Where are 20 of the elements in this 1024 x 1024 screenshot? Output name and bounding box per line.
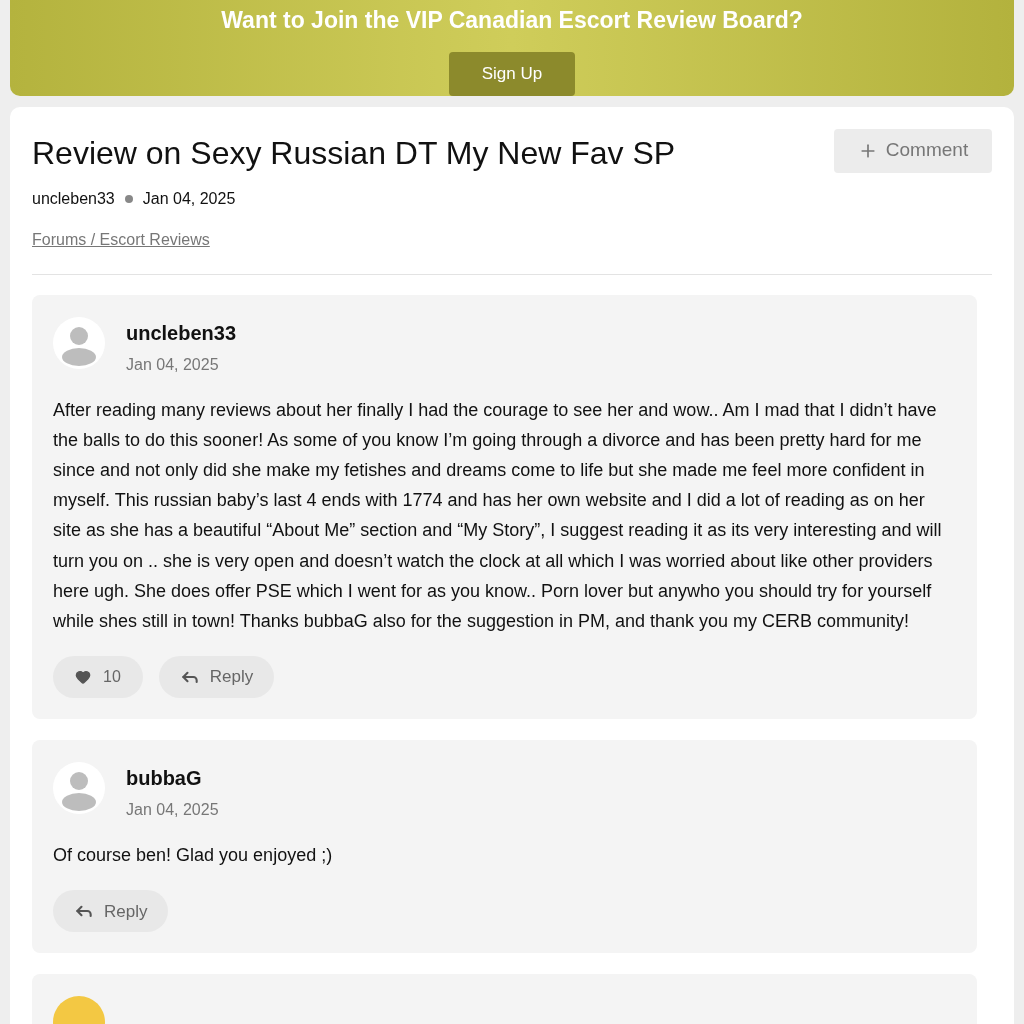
dot-separator xyxy=(124,194,133,203)
heart-icon xyxy=(75,669,91,686)
avatar-icon xyxy=(53,762,105,815)
post-author[interactable]: uncleben33 xyxy=(126,317,237,348)
reply-button[interactable]: Reply xyxy=(158,656,275,699)
post-date: Jan 04, 2025 xyxy=(126,800,219,821)
avatar-icon xyxy=(53,316,105,369)
banner-title: Want to Join the VIP Canadian Escort Review Board? xyxy=(221,6,803,35)
sign-up-button[interactable]: Sign Up xyxy=(449,51,575,96)
thread-author[interactable]: uncleben33 xyxy=(32,186,115,211)
comment-button[interactable]: Comment xyxy=(834,128,992,173)
post-date: Jan 04, 2025 xyxy=(126,354,220,375)
breadcrumb-link[interactable]: Forums / Escort Reviews xyxy=(32,227,210,252)
reply-button[interactable]: Reply xyxy=(53,890,169,933)
post-body: Of course ben! Glad you enjoyed ;) xyxy=(53,844,334,868)
like-button[interactable]: 10 xyxy=(53,656,143,699)
thread-title: Review on Sexy Russian DT My New Fav SP xyxy=(32,133,676,173)
post-author[interactable]: bubbaG xyxy=(126,763,219,794)
post-body: After reading many reviews about her finally I had the courage to see her and wow.. Am I mad that I didn’t have the balls to do this sooner! As some of you know I’m going through a divorce and has been pretty hard for me since and not only did she make my fetishes and dreams come to life but she made me feel more confident in myself. This russian baby’s last 4 ends with 1774 and has her own website and I did a lot of reading as on her site as she has a beautiful “About Me” section and “My Story”, I suggest reading it as its very interesting and will turn you on .. she is very open and doesn’t watch the clock at all which I was worried about like other providers here ugh. She does offer PSE which I went for as you know.. Porn lover but anywho you should try for yourself while shes still in town! Thanks bubbaG also for the suggestion in PM, and thank you my CERB community! xyxy=(53,398,943,633)
thread-date: Jan 04, 2025 xyxy=(142,188,236,209)
